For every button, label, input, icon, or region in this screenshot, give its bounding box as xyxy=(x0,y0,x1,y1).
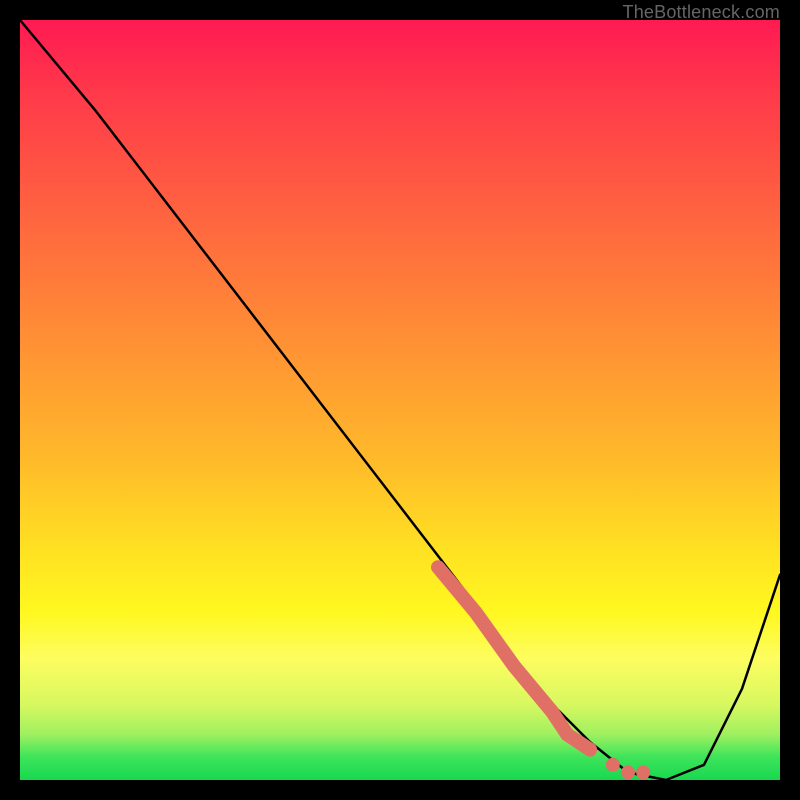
highlight-dot xyxy=(583,743,597,757)
highlight-dot xyxy=(606,758,620,772)
chart-frame: TheBottleneck.com xyxy=(0,0,800,800)
highlight-dot xyxy=(621,765,635,779)
chart-svg xyxy=(20,20,780,780)
highlight-segment-group xyxy=(438,567,650,779)
plot-area xyxy=(20,20,780,780)
highlight-dot xyxy=(636,765,650,779)
highlight-thick-path xyxy=(438,567,590,749)
bottleneck-curve-path xyxy=(20,20,780,780)
